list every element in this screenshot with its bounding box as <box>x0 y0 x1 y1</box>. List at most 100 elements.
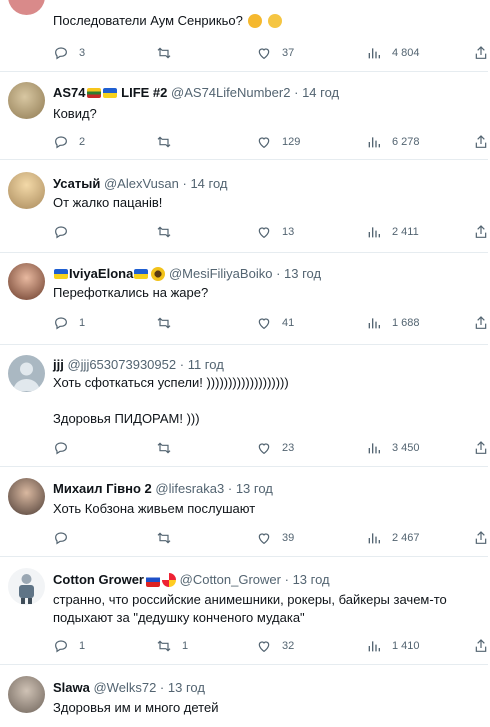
retweet-button[interactable] <box>156 133 182 151</box>
avatar[interactable] <box>8 172 45 209</box>
like-button[interactable]: 23 <box>256 439 294 457</box>
author-name[interactable]: Slawa <box>53 680 90 695</box>
tweet[interactable]: Последователи Аум Сенрикьо? 3 37 4 804 <box>0 0 488 72</box>
author-handle[interactable]: @lifesraka3 <box>155 481 224 496</box>
views-button[interactable]: 2 467 <box>366 529 420 547</box>
like-button[interactable]: 39 <box>256 529 294 547</box>
share-button[interactable] <box>473 529 489 547</box>
tweet-time[interactable]: 13 год <box>293 572 330 587</box>
tweet[interactable]: Cotton Grower @Cotton_Grower · 13 год ст… <box>0 557 488 665</box>
ukraine-flag-icon <box>134 269 149 279</box>
tweet-header: AS74 LIFE #2 @AS74LifeNumber2 · 14 год <box>53 85 340 100</box>
reply-icon <box>55 226 67 239</box>
reply-icon <box>55 47 67 60</box>
like-button[interactable]: 129 <box>256 133 300 151</box>
reply-button[interactable]: 1 <box>53 637 85 655</box>
reply-button[interactable]: 3 <box>53 44 85 62</box>
tweet-time[interactable]: 13 год <box>284 266 321 281</box>
retweet-icon <box>157 136 171 148</box>
tweet-text: Перефоткались на жаре? <box>53 285 209 300</box>
views-button[interactable]: 1 410 <box>366 637 420 655</box>
share-icon <box>475 531 487 544</box>
views-icon <box>368 443 380 454</box>
author-handle[interactable]: @AlexVusan <box>104 176 179 191</box>
sunflower-icon <box>151 267 166 281</box>
author-handle[interactable]: @AS74LifeNumber2 <box>171 85 290 100</box>
tweet-actions: 2 129 6 278 <box>53 133 487 151</box>
share-button[interactable] <box>473 637 489 655</box>
like-button[interactable]: 32 <box>256 637 294 655</box>
share-icon <box>475 135 487 148</box>
author-handle[interactable]: @jjj653073930952 <box>67 357 176 372</box>
share-button[interactable] <box>473 439 489 457</box>
tweet-text: Хоть сфоткаться успели! ))))))))))))))))… <box>53 375 289 426</box>
avatar[interactable] <box>8 478 45 515</box>
views-button[interactable]: 6 278 <box>366 133 420 151</box>
tweet-time[interactable]: 13 год <box>168 680 205 695</box>
avatar[interactable] <box>8 355 45 392</box>
tweet-text: Последователи Аум Сенрикьо? <box>53 12 473 30</box>
share-button[interactable] <box>473 44 489 62</box>
author-name[interactable]: jjj <box>53 357 64 372</box>
retweet-button[interactable] <box>156 44 182 62</box>
cotton-grower-avatar-icon <box>19 574 34 604</box>
reply-icon <box>55 640 67 653</box>
tweet[interactable]: Усатый @AlexVusan · 14 год От жалко паца… <box>0 160 488 253</box>
like-button[interactable]: 41 <box>256 314 294 332</box>
tweet-time[interactable]: 11 год <box>188 357 224 372</box>
tweet-actions: 23 3 450 <box>53 439 487 457</box>
avatar[interactable] <box>8 82 45 119</box>
views-button[interactable]: 2 411 <box>366 223 419 241</box>
retweet-button[interactable] <box>156 223 182 241</box>
views-button[interactable]: 4 804 <box>366 44 420 62</box>
views-button[interactable]: 1 688 <box>366 314 420 332</box>
tweet[interactable]: Slawa @Welks72 · 13 год Здоровья им и мн… <box>0 665 488 727</box>
author-name[interactable]: Михаил Гівно 2 <box>53 481 152 496</box>
author-handle[interactable]: @Welks72 <box>93 680 156 695</box>
retweet-icon <box>157 226 171 238</box>
author-name[interactable]: IviyaElona <box>53 266 166 281</box>
author-handle[interactable]: @Cotton_Grower <box>180 572 281 587</box>
share-button[interactable] <box>473 223 489 241</box>
retweet-icon <box>157 47 171 59</box>
reply-button[interactable] <box>53 223 79 241</box>
author-name[interactable]: AS74 LIFE #2 <box>53 85 167 100</box>
tweet-header: Slawa @Welks72 · 13 год <box>53 680 205 695</box>
like-icon <box>258 533 270 545</box>
avatar[interactable] <box>8 676 45 713</box>
tweet-time[interactable]: 14 год <box>190 176 227 191</box>
tweet-time[interactable]: 14 год <box>302 85 339 100</box>
tweet[interactable]: AS74 LIFE #2 @AS74LifeNumber2 · 14 год К… <box>0 72 488 160</box>
tweet[interactable]: Михаил Гівно 2 @lifesraka3 · 13 год Хоть… <box>0 467 488 557</box>
retweet-button[interactable]: 1 <box>156 637 188 655</box>
tweet[interactable]: IviyaElona @MesiFiliyaBoiko · 13 год Пер… <box>0 253 488 345</box>
share-button[interactable] <box>473 133 489 151</box>
tweet-text: странно, что российские анимешники, роке… <box>53 592 447 625</box>
views-button[interactable]: 3 450 <box>366 439 420 457</box>
grin-emoji-icon <box>268 14 283 28</box>
tweet-time[interactable]: 13 год <box>236 481 273 496</box>
reply-button[interactable] <box>53 439 79 457</box>
like-button[interactable]: 13 <box>256 223 294 241</box>
tweet-text: Здоровья им и много детей <box>53 700 219 715</box>
tweet-text: Ковид? <box>53 106 97 121</box>
share-button[interactable] <box>473 314 489 332</box>
retweet-button[interactable] <box>156 439 182 457</box>
avatar[interactable] <box>8 263 45 300</box>
tweet[interactable]: jjj @jjj653073930952 · 11 год Хоть сфотк… <box>0 345 488 467</box>
avatar[interactable] <box>8 568 45 605</box>
retweet-button[interactable] <box>156 314 182 332</box>
reply-button[interactable] <box>53 529 79 547</box>
share-icon <box>475 46 487 59</box>
author-name[interactable]: Усатый <box>53 176 100 191</box>
author-handle[interactable]: @MesiFiliyaBoiko <box>169 266 273 281</box>
author-name[interactable]: Cotton Grower <box>53 572 176 587</box>
reply-button[interactable]: 1 <box>53 314 85 332</box>
retweet-icon <box>157 442 171 454</box>
retweet-button[interactable] <box>156 529 182 547</box>
avatar[interactable] <box>8 0 45 15</box>
like-button[interactable]: 37 <box>256 44 294 62</box>
reply-button[interactable]: 2 <box>53 133 85 151</box>
tweet-header: Усатый @AlexVusan · 14 год <box>53 176 228 191</box>
reply-icon <box>55 317 67 330</box>
